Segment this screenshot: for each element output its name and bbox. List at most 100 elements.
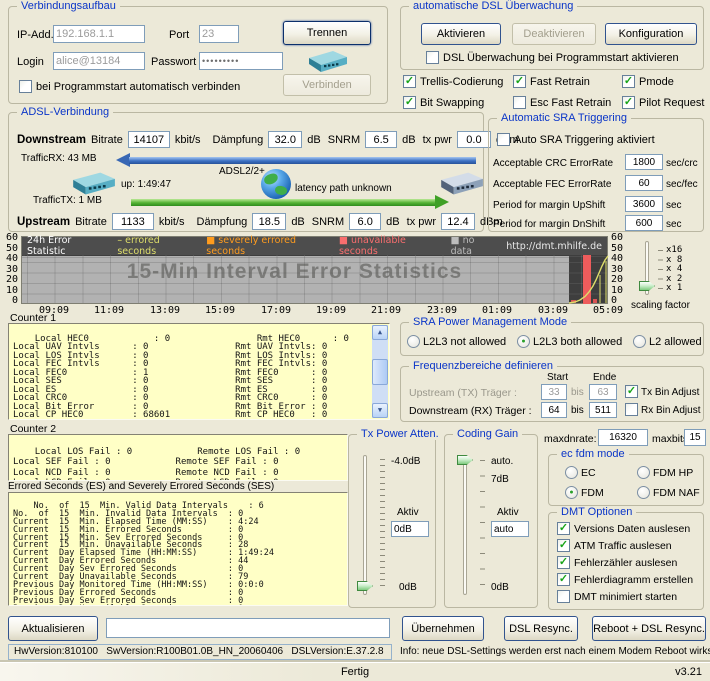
l2l3-not-allowed-radio[interactable] — [407, 335, 420, 348]
ds-attenuation-input[interactable] — [268, 131, 303, 148]
scroll-up-icon[interactable]: ▲ — [372, 325, 388, 340]
coding-gain-ticks — [480, 460, 485, 590]
y-tick-right: 60 — [611, 232, 624, 243]
atm-traffic-checkbox[interactable]: ✓ — [557, 539, 570, 552]
tx-power-title: Tx Power Atten. — [357, 428, 443, 440]
maxdnrate-label: maxdnrate: — [544, 433, 597, 445]
auto-sra-checkbox[interactable] — [497, 133, 510, 146]
chart-series — [569, 255, 609, 304]
esc-fast-retrain-checkbox[interactable] — [513, 96, 526, 109]
bit-swapping-label: Bit Swapping — [420, 97, 485, 109]
scroll-down-icon[interactable]: ▼ — [372, 403, 388, 418]
rx-end-input[interactable] — [589, 402, 617, 418]
legend-unavailable-seconds: ■ unavailable seconds — [338, 235, 406, 257]
ec-label: EC — [581, 467, 596, 479]
modem-icon — [309, 51, 347, 72]
us-bitrate-input[interactable] — [111, 213, 154, 230]
us-snrm-input[interactable] — [349, 213, 382, 230]
dmt-minimiert-checkbox[interactable] — [557, 590, 570, 603]
connection-group: Verbindungsaufbau IP-Add. Port Trennen L… — [8, 0, 388, 104]
counter1-box: Local HEC0 : 0 Rmt HEC0 : 0 Local UAV In… — [8, 323, 390, 420]
ds-txpwr-input[interactable] — [456, 131, 491, 148]
fec-rate-unit: sec/fec — [666, 179, 698, 190]
versions-daten-checkbox[interactable]: ✓ — [557, 522, 570, 535]
maxbits-input[interactable] — [684, 429, 706, 446]
fehlerzaehler-checkbox[interactable]: ✓ — [557, 556, 570, 569]
tx-end-input[interactable] — [589, 384, 617, 400]
upshift-input[interactable] — [625, 196, 663, 212]
bit-swapping-checkbox[interactable]: ✓ — [403, 96, 416, 109]
fdm-naf-radio[interactable] — [637, 486, 650, 499]
autoconnect-checkbox[interactable] — [19, 80, 32, 93]
rx-start-input[interactable] — [541, 402, 567, 418]
pmode-checkbox[interactable]: ✓ — [622, 75, 635, 88]
reboot-resync-button[interactable]: Reboot + DSL Resync. — [592, 616, 706, 641]
port-label: Port — [169, 29, 190, 41]
connect-button[interactable]: Verbinden — [283, 74, 371, 96]
disconnect-button[interactable]: Trennen — [283, 21, 371, 45]
dsl-resync-button[interactable]: DSL Resync. — [504, 616, 578, 641]
crc-rate-unit: sec/crc — [666, 158, 698, 169]
counter1-scrollbar[interactable]: ▲ ▼ — [372, 325, 388, 418]
activate-button[interactable]: Aktivieren — [421, 23, 501, 45]
ds-bitrate-input[interactable] — [127, 131, 170, 148]
traffic-rx-label: TrafficRX: 43 MB — [21, 153, 97, 164]
connection-group-title: Verbindungsaufbau — [17, 0, 120, 12]
y-tick-left: 30 — [5, 263, 18, 275]
l2-allowed-radio[interactable] — [633, 335, 646, 348]
scaling-slider-thumb[interactable] — [639, 281, 655, 291]
fdm-radio[interactable]: ● — [565, 486, 578, 499]
dnshift-input[interactable] — [625, 215, 663, 231]
fdm-label: FDM — [581, 487, 604, 499]
ec-radio[interactable] — [565, 466, 578, 479]
tx-power-slider[interactable] — [363, 455, 367, 595]
l2l3-not-allowed-label: L2L3 not allowed — [423, 336, 507, 348]
monitor-startup-checkbox[interactable] — [426, 51, 439, 64]
scrollbar-thumb[interactable] — [372, 359, 388, 385]
coding-gain-slider[interactable] — [463, 455, 467, 595]
ip-input[interactable] — [53, 25, 145, 43]
ds-att-label: Dämpfung — [212, 133, 264, 146]
l2-allowed-label: L2 allowed — [649, 336, 702, 348]
fast-retrain-checkbox[interactable]: ✓ — [513, 75, 526, 88]
chart-header: 24h Error Statistic – errored seconds ■ … — [22, 235, 607, 257]
x-tick: 05:09 — [592, 305, 624, 316]
ds-snrm-input[interactable] — [365, 131, 398, 148]
login-label: Login — [17, 56, 44, 68]
maxdnrate-input[interactable] — [598, 429, 648, 446]
command-input[interactable] — [106, 618, 390, 638]
tx-power-slider-thumb[interactable] — [357, 581, 373, 591]
login-input[interactable] — [53, 52, 145, 70]
apply-button[interactable]: Übernehmen — [402, 616, 484, 641]
modem-icon — [73, 172, 115, 195]
tx-bin-adjust-label: Tx Bin Adjust — [641, 387, 700, 398]
downstream-row: Downstream Bitrate kbit/s Dämpfung dB SN… — [17, 131, 519, 148]
trellis-checkbox[interactable]: ✓ — [403, 75, 416, 88]
us-txpwr-input[interactable] — [440, 213, 475, 230]
l2l3-both-allowed-radio[interactable]: ● — [517, 335, 530, 348]
us-bitrate-unit: kbit/s — [158, 215, 185, 228]
coding-gain-bottom-label: 0dB — [491, 582, 509, 593]
pilot-request-checkbox[interactable]: ✓ — [622, 96, 635, 109]
uptime-label: up: 1:49:47 — [121, 179, 172, 190]
us-attenuation-input[interactable] — [252, 213, 287, 230]
configuration-button[interactable]: Konfiguration — [605, 23, 697, 45]
crc-rate-input[interactable] — [625, 154, 663, 170]
monitoring-group-title: automatische DSL Überwachung — [409, 0, 578, 12]
refresh-button[interactable]: Aktualisieren — [8, 616, 98, 641]
coding-gain-slider-thumb[interactable] — [457, 455, 473, 465]
deactivate-button[interactable]: Deaktivieren — [512, 23, 596, 45]
tx-start-input[interactable] — [541, 384, 567, 400]
sra-trigger-title: Automatic SRA Triggering — [497, 112, 631, 124]
tx-power-aktiv-value[interactable] — [391, 521, 429, 537]
coding-gain-aktiv-value[interactable] — [491, 521, 529, 537]
fec-rate-input[interactable] — [625, 175, 663, 191]
tx-bin-adjust-checkbox[interactable]: ✓ — [625, 385, 638, 398]
x-tick: 17:09 — [260, 305, 292, 316]
rx-bin-adjust-checkbox[interactable] — [625, 403, 638, 416]
password-input[interactable] — [199, 52, 283, 70]
esses-box: No. of 15 Min. Valid Data Intervals : 6 … — [8, 492, 348, 606]
fdm-hp-radio[interactable] — [637, 466, 650, 479]
fehlerdiagramm-checkbox[interactable]: ✓ — [557, 573, 570, 586]
port-input[interactable] — [199, 25, 239, 43]
